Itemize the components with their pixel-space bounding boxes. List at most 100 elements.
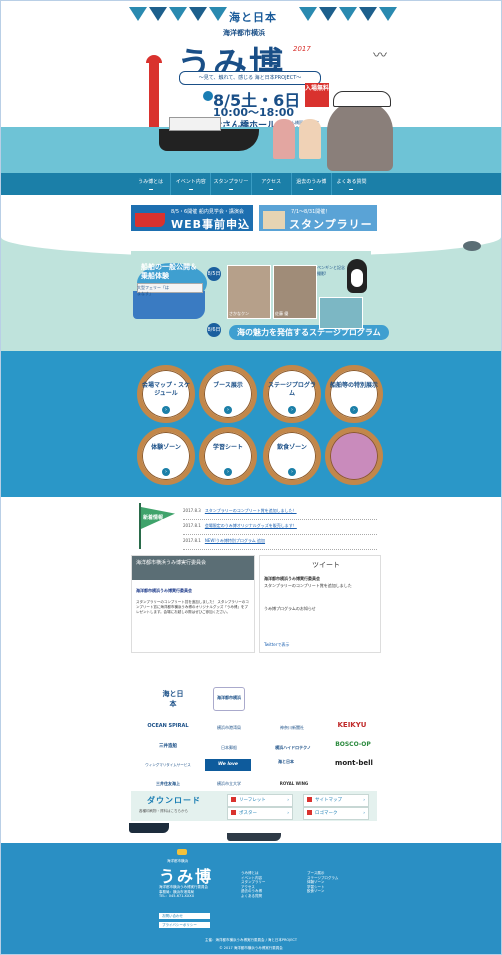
- tweet-text: うみ博プログラムのお知らせ: [264, 606, 316, 611]
- footer-privacy-button[interactable]: プライバシーポリシー: [159, 922, 210, 928]
- download-sitemap-button[interactable]: サイトマップ ›: [303, 794, 369, 807]
- underwater-photo[interactable]: [319, 297, 363, 329]
- porthole-experience[interactable]: 体験ゾーン ›: [137, 427, 195, 485]
- porthole-booth[interactable]: ブース展示 ›: [199, 365, 257, 423]
- facebook-widget[interactable]: 海洋都市横浜うみ博実行委員会 海洋都市横浜うみ博実行委員会 スタンプラリーのコン…: [131, 555, 255, 653]
- nav-item-events[interactable]: イベント内容: [171, 173, 212, 195]
- twitter-view-link[interactable]: Twitterで表示: [264, 642, 376, 648]
- chevron-right-icon: ›: [363, 798, 365, 803]
- sponsor-logo[interactable]: 神奈川新聞社: [269, 725, 315, 731]
- sponsor-logo[interactable]: BOSCO-OP: [331, 741, 375, 748]
- footer-logo[interactable]: うみ博: [159, 863, 213, 887]
- nav-dash-icon: [309, 189, 314, 190]
- nav-item-stamp-rally[interactable]: スタンプラリー: [211, 173, 252, 195]
- sponsor-logo[interactable]: 横浜市立大学: [209, 781, 249, 787]
- facebook-page-name[interactable]: 海洋都市横浜うみ博実行委員会: [136, 588, 192, 594]
- nav-label: イベント内容: [175, 179, 206, 185]
- child-character: [299, 119, 321, 159]
- download-title: ダウンロード: [147, 796, 201, 805]
- arrow-icon: ›: [288, 468, 296, 476]
- porthole-mascot: [325, 427, 383, 485]
- ship-tour-text: 船舶の一般公開＆乗船体験: [141, 263, 197, 280]
- web-registration-banner[interactable]: 8/5・6開催 船内見学会・講演会 WEB事前申込み: [131, 205, 253, 247]
- download-poster-button[interactable]: ポスター ›: [227, 807, 293, 820]
- tweet-text: スタンプラリーのコンプリート賞を追加しました: [264, 583, 352, 588]
- nav-dash-icon: [188, 189, 193, 190]
- footer-ship-illustration: [129, 823, 169, 833]
- penguin-note: ペンギンと記念撮影!: [317, 265, 345, 276]
- sponsor-logo[interactable]: We love Yokohama: [205, 759, 251, 779]
- sponsor-name: 海洋都市横浜: [217, 695, 241, 700]
- porthole-label: 船舶等の特別展示: [330, 382, 379, 389]
- download-button-label: ポスター: [239, 811, 257, 816]
- news-item[interactable]: 2017.8.1 会場限定のうみ博オリジナルグッズを販売します！: [183, 520, 377, 535]
- stage-program-text[interactable]: 海の魅力を発信するステージプログラム: [229, 325, 389, 340]
- ship-thumbnail-icon: [135, 213, 165, 227]
- porthole-label: 学習シート: [212, 444, 243, 451]
- sponsor-logo[interactable]: 三井住友海上: [139, 781, 197, 787]
- page: 海と日本 海洋都市横浜 うみ博 2017 〜見て、触れて、感じる 海と日本PRO…: [0, 0, 502, 955]
- porthole-stage[interactable]: ステージプログラム ›: [263, 365, 321, 423]
- news-date: 2017.8.1: [183, 538, 201, 543]
- sponsor-logo[interactable]: OCEAN SPIRAL: [139, 723, 197, 729]
- tagline-ribbon: 〜見て、触れて、感じる 海と日本PROJECT〜: [179, 71, 321, 85]
- chevron-right-icon: ›: [287, 798, 289, 803]
- sponsor-logo[interactable]: ROYAL WING: [271, 781, 317, 786]
- sponsor-logo[interactable]: ウィングマリタイムサービス: [139, 763, 197, 768]
- twitter-account[interactable]: 海洋都市横浜うみ博実行委員会: [264, 576, 376, 582]
- footer-nav-column[interactable]: ブース展示 ステージプログラム 体験ゾーン 学習シート 飲食ゾーン: [307, 871, 338, 894]
- sponsor-logo[interactable]: mont-bell: [331, 759, 377, 767]
- porthole-map-schedule[interactable]: 会場マップ・スケジュール ›: [137, 365, 195, 423]
- news-item[interactable]: 2017.8.1 NEW!うみ博特別プログラム 追加: [183, 535, 377, 550]
- footer-contact-button[interactable]: お問い合わせ: [159, 913, 210, 919]
- stamp-rally-banner[interactable]: 7/1〜8/31開催！ スタンプラリー: [259, 205, 377, 231]
- bunting-right: [299, 7, 397, 21]
- nav-item-access[interactable]: アクセス: [252, 173, 292, 195]
- stamp-card-icon: [263, 211, 285, 229]
- umi-to-nippon-logo[interactable]: 海と日本: [229, 9, 277, 25]
- copyright-text: © 2017 海洋都市横浜うみ博実行委員会: [219, 946, 283, 950]
- arrow-icon: ›: [350, 406, 358, 414]
- seagull-icon: 〰: [373, 48, 387, 64]
- arrow-icon: ›: [224, 468, 232, 476]
- speaker-name: さかなクン: [229, 311, 249, 316]
- twitter-widget[interactable]: ツイート 海洋都市横浜うみ博実行委員会 スタンプラリーのコンプリート賞を追加しま…: [259, 555, 381, 653]
- child-character: [273, 119, 295, 159]
- news-link[interactable]: 会場限定のうみ博オリジナルグッズを販売します！: [205, 523, 297, 528]
- nav-item-past[interactable]: 過去のうみ博: [292, 173, 332, 195]
- porthole-label: 会場マップ・スケジュール: [142, 382, 191, 397]
- sponsor-logo[interactable]: 三井造船: [139, 743, 197, 749]
- news-heading: 新着情報: [143, 515, 164, 521]
- sponsor-logo[interactable]: 海と日本: [277, 759, 295, 765]
- sponsor-logo-box[interactable]: 海洋都市横浜: [213, 687, 245, 711]
- news-list: 2017.8.3 スタンプラリーのコンプリート賞を追加しました！ 2017.8.1…: [183, 505, 377, 550]
- porthole-label: 体験ゾーン: [151, 444, 181, 451]
- porthole-food[interactable]: 飲食ゾーン ›: [263, 427, 321, 485]
- speaker-name: 佐藤 優: [275, 311, 289, 316]
- download-subtitle: 各種印刷物・資料はこちらから: [139, 809, 188, 813]
- news-item[interactable]: 2017.8.3 スタンプラリーのコンプリート賞を追加しました！: [183, 505, 377, 520]
- sponsor-logo[interactable]: 横浜ハイドロテクノ: [263, 745, 323, 751]
- sponsor-logo[interactable]: KEIKYU: [331, 721, 373, 729]
- nav-dash-icon: [349, 189, 354, 190]
- sponsor-logo[interactable]: 横浜市港湾局: [209, 725, 249, 731]
- date-badge: 8/6日: [207, 323, 221, 337]
- download-leaflet-button[interactable]: リーフレット ›: [227, 794, 293, 807]
- facebook-title: 海洋都市横浜うみ博実行委員会: [136, 560, 207, 566]
- nav-dash-icon: [269, 189, 274, 190]
- free-admission-badge: 入場無料: [305, 83, 329, 107]
- footer-nav-column[interactable]: うみ博とは イベント内容 スタンプラリー アクセス 過去のうみ博 よくある質問: [241, 871, 265, 898]
- porthole-ship-exhibit[interactable]: 船舶等の特別展示 ›: [325, 365, 383, 423]
- nav-item-faq[interactable]: よくある質問: [332, 173, 371, 195]
- porthole-study-sheet[interactable]: 学習シート ›: [199, 427, 257, 485]
- footer-organizer-info: 海洋都市横浜うみ博実行委員会 事務局：横浜市港湾局 TEL：045-671-XX…: [159, 885, 208, 898]
- arrow-icon: ›: [224, 406, 232, 414]
- nav-item-about[interactable]: うみ博とは: [131, 173, 172, 195]
- news-date: 2017.8.3: [183, 508, 201, 513]
- news-link[interactable]: NEW!うみ博特別プログラム 追加: [205, 538, 265, 543]
- news-link[interactable]: スタンプラリーのコンプリート賞を追加しました！: [205, 508, 297, 513]
- sponsor-logo[interactable]: 海と日本: [161, 689, 185, 709]
- download-logo-button[interactable]: ロゴマーク ›: [303, 807, 369, 820]
- sponsor-logo[interactable]: 日本郵船: [209, 745, 249, 751]
- arrow-icon: ›: [162, 468, 170, 476]
